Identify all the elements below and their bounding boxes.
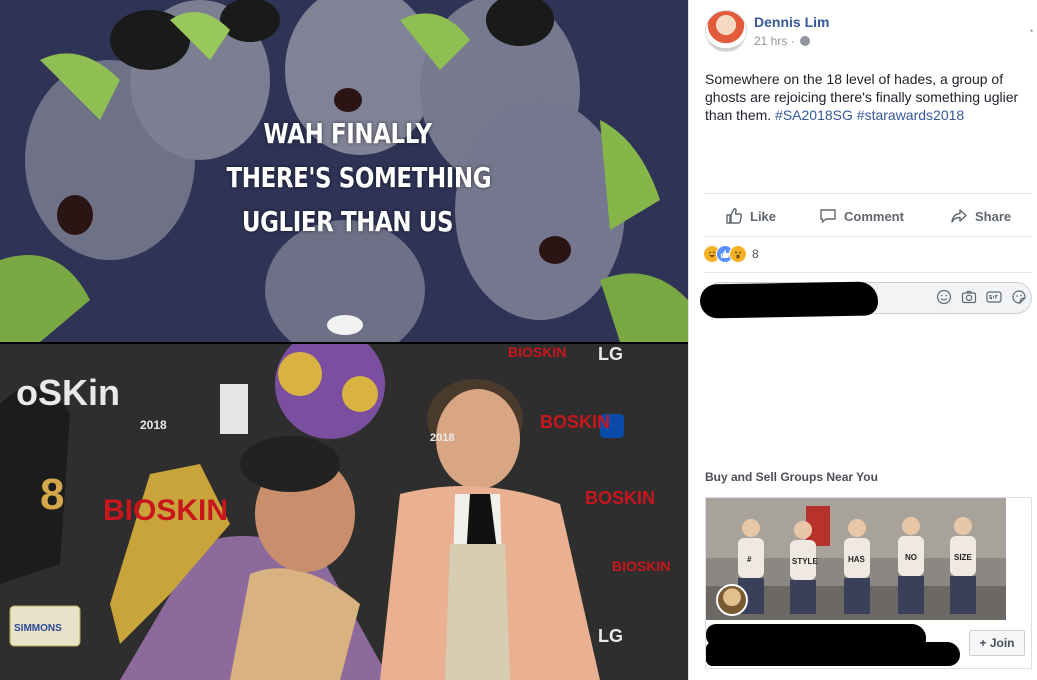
post-photo[interactable]: WAH FINALLY THERE'S SOMETHING UGLIER THA… <box>0 0 688 680</box>
backdrop-bioskin-logo: BIOSKIN <box>612 558 671 574</box>
backdrop-lg-logo: LG <box>598 626 623 646</box>
share-label: Share <box>975 208 1012 224</box>
wow-reaction-icon <box>729 245 747 263</box>
backdrop-year: 2018 <box>430 432 455 444</box>
comment-button[interactable]: Comment <box>819 196 904 236</box>
comment-icon <box>820 209 836 223</box>
shirt-word: # <box>747 555 752 564</box>
backdrop-year: 2018 <box>140 418 167 432</box>
divider <box>705 193 1032 194</box>
like-button[interactable]: Like <box>725 196 776 236</box>
shirt-word: HAS <box>848 555 866 564</box>
meme-bottom-image: oSKin BIOSKIN BOSKIN BOSKIN BIOSKIN BIOS… <box>0 344 688 680</box>
post-header: Dennis Lim 21 hrs · ··· <box>705 10 1037 54</box>
meme-caption-line-3: UGLIER THAN US <box>241 205 454 238</box>
redacted-commenter <box>699 281 879 319</box>
meme-caption-line-2: THERE'S SOMETHING <box>226 161 492 194</box>
hashtag-link[interactable]: #SA2018SG <box>775 107 853 123</box>
thumbs-up-icon <box>726 208 743 224</box>
suggestions-title: Buy and Sell Groups Near You <box>705 470 878 484</box>
hashtag-link[interactable]: #starawards2018 <box>857 107 964 123</box>
meme-top-image: WAH FINALLY THERE'S SOMETHING UGLIER THA… <box>0 0 688 342</box>
globe-icon <box>800 36 811 46</box>
share-arrow-icon <box>951 209 967 223</box>
comment-input[interactable] <box>699 281 1032 319</box>
shirt-word: NO <box>905 553 917 562</box>
author-avatar[interactable] <box>705 10 747 52</box>
post-timestamp[interactable]: 21 hrs <box>754 34 787 48</box>
more-options-icon[interactable]: ··· <box>1029 22 1037 40</box>
backdrop-eight-logo: 8 <box>40 470 65 519</box>
emoji-icon[interactable] <box>936 289 952 305</box>
backdrop-bioskin-logo: BOSKIN <box>585 488 656 508</box>
meme-caption-line-1: WAH FINALLY <box>263 117 432 150</box>
meta-separator: · <box>790 34 795 48</box>
backdrop-bioskin-logo: BIOSKIN <box>508 344 567 360</box>
backdrop-lg-logo: LG <box>598 344 623 364</box>
sticker-icon[interactable] <box>1011 289 1027 305</box>
gif-icon[interactable] <box>986 289 1002 305</box>
divider <box>705 236 1032 237</box>
divider <box>705 272 1032 273</box>
group-cover-image[interactable]: # STYLE HAS NO SIZE <box>706 498 1006 620</box>
simmons-logo: SIMMONS <box>14 623 62 634</box>
reaction-count[interactable]: 8 <box>752 247 759 261</box>
comment-tools <box>936 289 1027 305</box>
comment-label: Comment <box>844 208 904 224</box>
group-suggestion-card[interactable]: # STYLE HAS NO SIZE + Join <box>705 497 1032 669</box>
shirt-word: STYLE <box>792 557 818 566</box>
shirt-word: SIZE <box>954 553 972 562</box>
backdrop-bioskin-logo: oSKin <box>16 372 120 413</box>
author-name[interactable]: Dennis Lim <box>754 14 829 30</box>
post-meta: 21 hrs · <box>754 34 811 48</box>
join-group-button[interactable]: + Join <box>969 630 1025 656</box>
share-button[interactable]: Share <box>950 196 1011 236</box>
camera-icon[interactable] <box>961 289 977 305</box>
like-label: Like <box>750 208 777 224</box>
reactions-summary[interactable]: 8 <box>703 244 759 264</box>
post-action-bar: Like Comment Share <box>705 196 1032 236</box>
group-avatar <box>716 584 748 616</box>
group-cover-illustration: # STYLE HAS NO SIZE <box>706 498 1006 620</box>
meme-caption: WAH FINALLY THERE'S SOMETHING UGLIER THA… <box>226 112 492 244</box>
redacted-group-members <box>706 642 960 666</box>
backdrop-bioskin-logo: BIOSKIN <box>103 494 229 527</box>
post-body: Somewhere on the 18 level of hades, a gr… <box>705 70 1023 124</box>
post-panel: Dennis Lim 21 hrs · ··· Somewhere on the… <box>688 0 1037 680</box>
backdrop-bioskin-logo: BOSKIN <box>540 412 611 432</box>
